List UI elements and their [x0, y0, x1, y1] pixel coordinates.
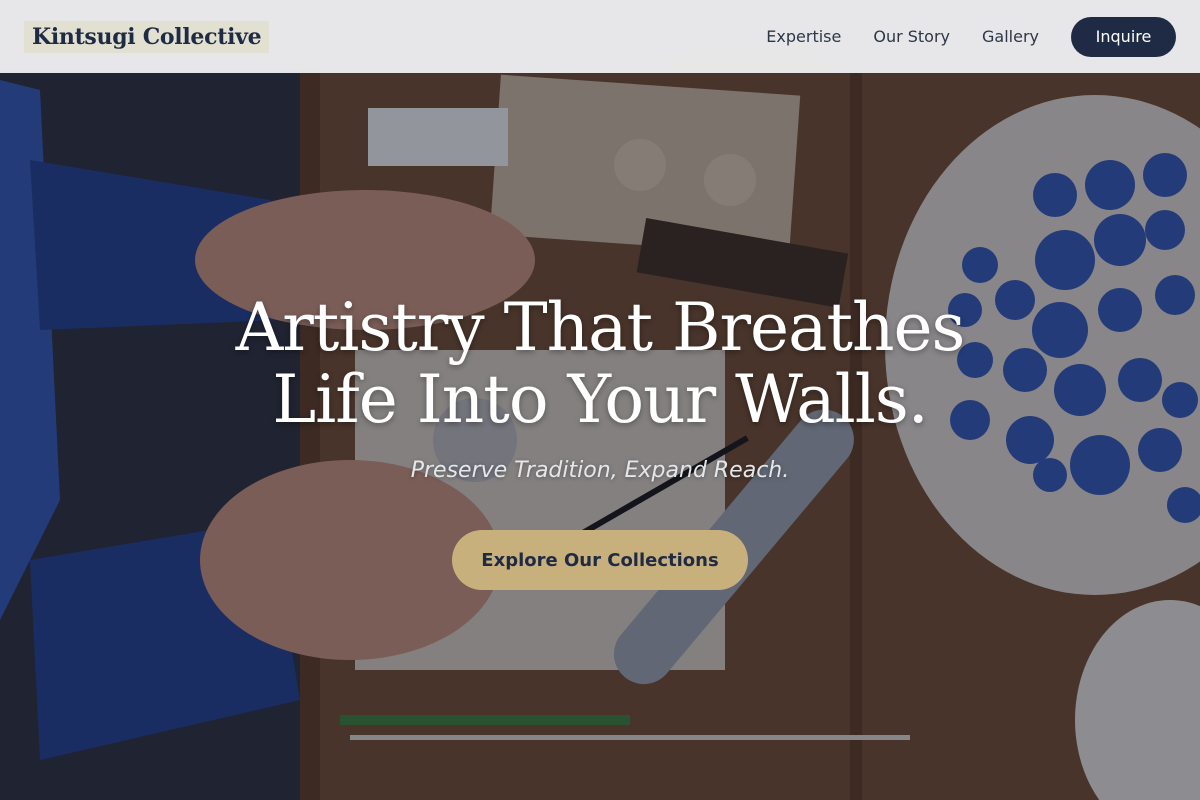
hero-section: Artistry That Breathes Life Into Your Wa…: [0, 0, 1200, 800]
hero-headline-line-1: Artistry That Breathes: [235, 289, 966, 366]
site-header: Kintsugi Collective Expertise Our Story …: [0, 0, 1200, 73]
hero-headline-line-2: Life Into Your Walls.: [272, 361, 928, 438]
hero-headline: Artistry That Breathes Life Into Your Wa…: [0, 292, 1200, 436]
inquire-button[interactable]: Inquire: [1071, 16, 1176, 57]
explore-collections-button[interactable]: Explore Our Collections: [452, 530, 748, 590]
hero-tagline: Preserve Tradition, Expand Reach.: [410, 458, 790, 483]
nav-link-gallery[interactable]: Gallery: [982, 27, 1039, 46]
main-nav: Expertise Our Story Gallery Inquire: [734, 16, 1176, 57]
brand-logo[interactable]: Kintsugi Collective: [24, 20, 270, 53]
nav-link-our-story[interactable]: Our Story: [873, 27, 950, 46]
nav-link-expertise[interactable]: Expertise: [766, 27, 841, 46]
